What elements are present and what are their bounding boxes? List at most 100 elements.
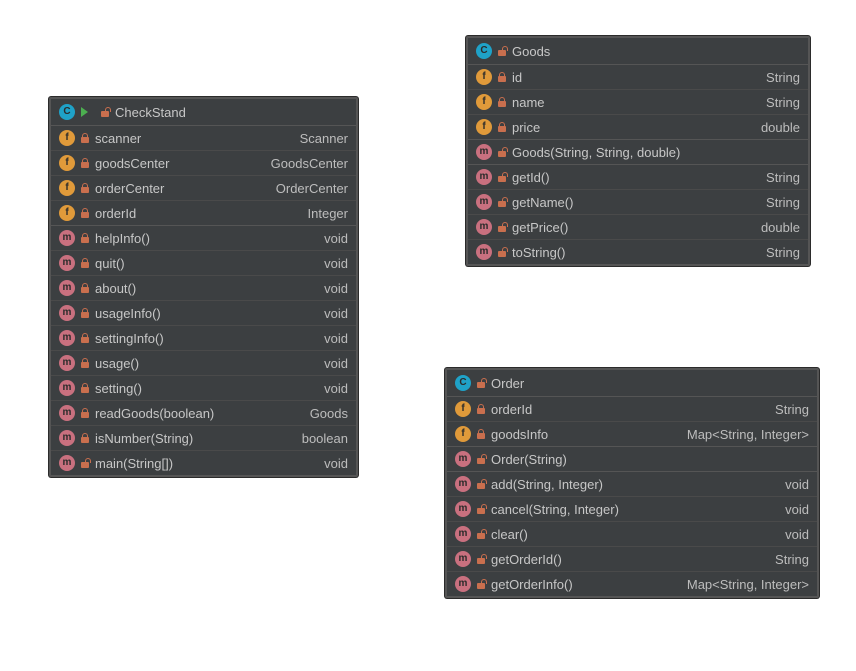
field-goodsCenter: fgoodsCenterGoodsCenter <box>51 151 356 176</box>
class-title: Goods <box>512 44 550 59</box>
class-header: C CheckStand <box>51 99 356 126</box>
field-scanner: fscannerScanner <box>51 126 356 151</box>
visibility-icon <box>477 554 485 564</box>
lock-icon <box>498 97 506 107</box>
method-icon: m <box>455 576 471 592</box>
field-orderCenter: forderCenterOrderCenter <box>51 176 356 201</box>
method-icon: m <box>59 230 75 246</box>
method-icon: m <box>59 430 75 446</box>
class-checkstand: C CheckStand fscannerScanner fgoodsCente… <box>49 97 358 477</box>
visibility-icon <box>477 454 485 464</box>
method-getOrderInfo: mgetOrderInfo()Map<String, Integer> <box>447 572 817 596</box>
field-icon: f <box>59 180 75 196</box>
method-icon: m <box>476 244 492 260</box>
method-icon: m <box>59 255 75 271</box>
visibility-icon <box>477 378 485 388</box>
field-goodsInfo: fgoodsInfoMap<String, Integer> <box>447 422 817 447</box>
method-icon: m <box>59 305 75 321</box>
field-id: fidString <box>468 65 808 90</box>
method-usageInfo: musageInfo()void <box>51 301 356 326</box>
field-icon: f <box>59 155 75 171</box>
ctor-goods: mGoods(String, String, double) <box>468 140 808 165</box>
method-icon: m <box>455 451 471 467</box>
method-add: madd(String, Integer)void <box>447 472 817 497</box>
method-icon: m <box>59 380 75 396</box>
lock-icon <box>81 308 89 318</box>
visibility-icon <box>498 172 506 182</box>
class-title: CheckStand <box>115 105 186 120</box>
visibility-icon <box>498 222 506 232</box>
method-isNumber: misNumber(String)boolean <box>51 426 356 451</box>
method-getId: mgetId()String <box>468 165 808 190</box>
method-icon: m <box>455 501 471 517</box>
method-cancel: mcancel(String, Integer)void <box>447 497 817 522</box>
class-order: C Order forderIdString fgoodsInfoMap<Str… <box>445 368 819 598</box>
runnable-icon <box>81 107 95 117</box>
method-quit: mquit()void <box>51 251 356 276</box>
visibility-icon <box>477 504 485 514</box>
method-icon: m <box>476 169 492 185</box>
visibility-icon <box>477 479 485 489</box>
method-helpInfo: mhelpInfo()void <box>51 226 356 251</box>
method-icon: m <box>476 194 492 210</box>
field-icon: f <box>476 119 492 135</box>
class-icon: C <box>59 104 75 120</box>
method-icon: m <box>455 476 471 492</box>
field-icon: f <box>476 69 492 85</box>
visibility-icon <box>498 147 506 157</box>
lock-icon <box>81 333 89 343</box>
method-usage: musage()void <box>51 351 356 376</box>
visibility-icon <box>477 579 485 589</box>
method-setting: msetting()void <box>51 376 356 401</box>
method-icon: m <box>59 405 75 421</box>
visibility-icon <box>498 46 506 56</box>
visibility-icon <box>477 529 485 539</box>
method-icon: m <box>59 355 75 371</box>
class-goods: C Goods fidString fnameString fpricedoub… <box>466 36 810 266</box>
lock-icon <box>81 258 89 268</box>
class-header: C Goods <box>468 38 808 65</box>
field-orderId: forderIdString <box>447 397 817 422</box>
lock-icon <box>81 383 89 393</box>
diagram-stage: C CheckStand fscannerScanner fgoodsCente… <box>0 0 856 671</box>
method-settingInfo: msettingInfo()void <box>51 326 356 351</box>
lock-icon <box>81 408 89 418</box>
field-icon: f <box>59 130 75 146</box>
method-about: mabout()void <box>51 276 356 301</box>
lock-icon <box>81 133 89 143</box>
lock-icon <box>81 183 89 193</box>
field-icon: f <box>476 94 492 110</box>
method-icon: m <box>59 280 75 296</box>
field-icon: f <box>455 401 471 417</box>
method-getOrderId: mgetOrderId()String <box>447 547 817 572</box>
ctor-order: mOrder(String) <box>447 447 817 472</box>
lock-icon <box>498 72 506 82</box>
field-name: fnameString <box>468 90 808 115</box>
method-readGoods: mreadGoods(boolean)Goods <box>51 401 356 426</box>
class-icon: C <box>455 375 471 391</box>
field-icon: f <box>455 426 471 442</box>
visibility-icon <box>498 197 506 207</box>
method-main: mmain(String[])void <box>51 451 356 475</box>
method-icon: m <box>59 330 75 346</box>
lock-icon <box>81 233 89 243</box>
visibility-icon <box>101 107 109 117</box>
method-getPrice: mgetPrice()double <box>468 215 808 240</box>
lock-icon <box>81 358 89 368</box>
class-header: C Order <box>447 370 817 397</box>
method-icon: m <box>476 144 492 160</box>
lock-icon <box>477 404 485 414</box>
lock-icon <box>81 283 89 293</box>
lock-icon <box>81 158 89 168</box>
class-title: Order <box>491 376 524 391</box>
method-icon: m <box>59 455 75 471</box>
lock-icon <box>477 429 485 439</box>
field-price: fpricedouble <box>468 115 808 140</box>
method-icon: m <box>455 526 471 542</box>
method-clear: mclear()void <box>447 522 817 547</box>
visibility-icon <box>81 458 89 468</box>
lock-icon <box>81 433 89 443</box>
lock-icon <box>498 122 506 132</box>
lock-icon <box>81 208 89 218</box>
class-icon: C <box>476 43 492 59</box>
